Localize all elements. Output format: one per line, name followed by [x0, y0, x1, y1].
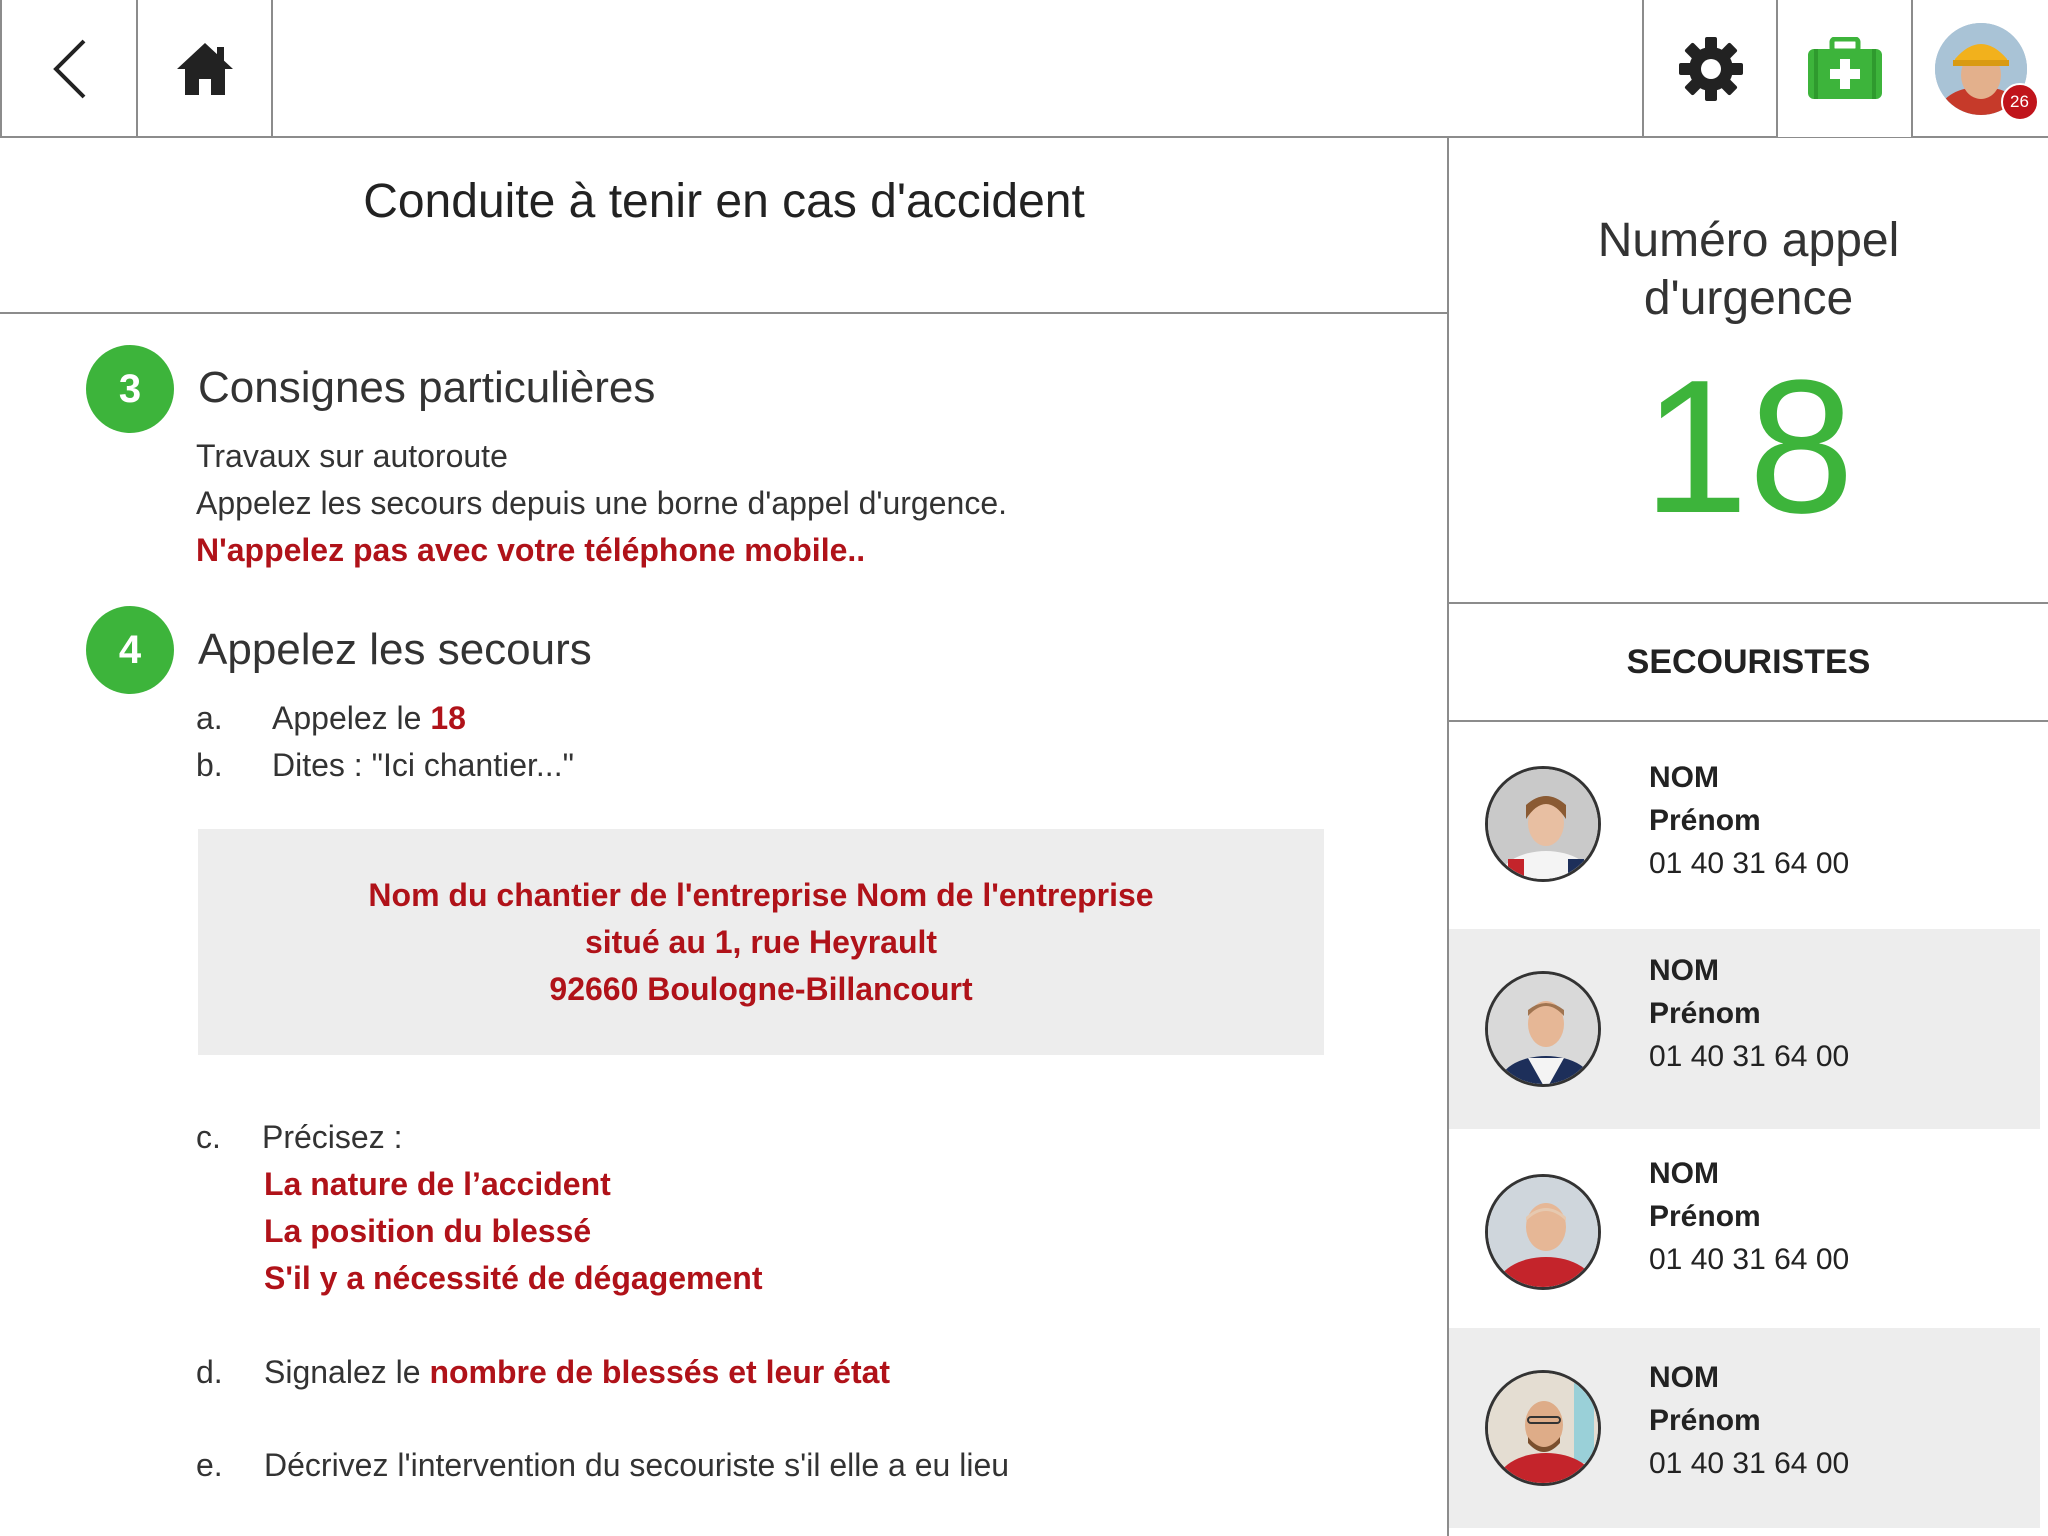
secouriste-nom: NOM: [1649, 1157, 1719, 1190]
secouriste-info: NOM Prénom 01 40 31 64 00: [1649, 1356, 1849, 1485]
step-3-warning: N'appelez pas avec votre téléphone mobil…: [196, 532, 866, 568]
secouristes-header: SECOURISTES: [1449, 604, 2048, 722]
item-d-highlight: nombre de blessés et leur état: [429, 1354, 891, 1390]
address-line-1: Nom du chantier de l'entreprise Nom de l…: [368, 876, 1154, 913]
item-d-text: Signalez le nombre de blessés et leur ét…: [264, 1354, 890, 1391]
notification-badge: 26: [2000, 82, 2039, 121]
step-4-badge: 4: [86, 606, 174, 694]
secouriste-prenom: Prénom: [1649, 1404, 1761, 1437]
secouriste-phone[interactable]: 01 40 31 64 00: [1649, 1442, 1849, 1485]
secouriste-phone[interactable]: 01 40 31 64 00: [1649, 842, 1849, 885]
item-b-text: Dites : "Ici chantier...": [272, 747, 574, 783]
emergency-title-line-1: Numéro appel: [1597, 214, 1900, 267]
emergency-panel: Numéro appel d'urgence 18: [1449, 138, 2048, 604]
secouriste-photo: [1485, 1370, 1601, 1486]
secouriste-phone[interactable]: 01 40 31 64 00: [1649, 1035, 1849, 1078]
item-c-detail-1: La nature de l’accident: [264, 1166, 611, 1202]
emergency-title-line-2: d'urgence: [1643, 272, 1854, 325]
secouriste-row[interactable]: NOM Prénom 01 40 31 64 00: [1449, 724, 2040, 924]
secouriste-row[interactable]: NOM Prénom 01 40 31 64 00: [1449, 1132, 2040, 1332]
page-title: Conduite à tenir en cas d'accident: [363, 174, 1085, 228]
secouriste-photo: [1485, 971, 1601, 1087]
address-line-3: 92660 Boulogne-Billancourt: [549, 970, 973, 1007]
secouriste-info: NOM Prénom 01 40 31 64 00: [1649, 756, 1849, 885]
item-e-label: e.: [196, 1447, 223, 1483]
address-line-2: situé au 1, rue Heyrault: [584, 923, 938, 960]
item-e-text: Décrivez l'intervention du secouriste s'…: [264, 1447, 1010, 1483]
item-c-label: c.: [196, 1119, 221, 1155]
profile-button[interactable]: 26: [1911, 0, 2048, 137]
item-a-number: 18: [430, 700, 466, 736]
item-c-detail-3: S'il y a nécessité de dégagement: [264, 1260, 763, 1296]
item-d-label: d.: [196, 1354, 223, 1390]
secouriste-photo: [1485, 1174, 1601, 1290]
item-a-text: Appelez le 18: [272, 700, 466, 737]
secouriste-nom: NOM: [1649, 1361, 1719, 1394]
secouriste-nom: NOM: [1649, 954, 1719, 987]
address-box: Nom du chantier de l'entreprise Nom de l…: [198, 829, 1324, 1055]
item-a-prefix: Appelez le: [272, 700, 431, 736]
secouriste-info: NOM Prénom 01 40 31 64 00: [1649, 949, 1849, 1078]
step-3-line-2: Appelez les secours depuis une borne d'a…: [196, 485, 1007, 521]
item-b-label: b.: [196, 747, 223, 783]
first-aid-kit-icon: [1808, 36, 1882, 99]
emergency-title: Numéro appel d'urgence: [1449, 212, 2048, 328]
step-3-line-1: Travaux sur autoroute: [196, 438, 508, 474]
step-4-title: Appelez les secours: [198, 625, 592, 674]
page-header: Conduite à tenir en cas d'accident: [0, 138, 1448, 314]
first-aid-button[interactable]: [1776, 0, 1912, 137]
secouriste-row[interactable]: NOM Prénom 01 40 31 64 00: [1449, 1328, 2040, 1528]
secouriste-phone[interactable]: 01 40 31 64 00: [1649, 1238, 1849, 1281]
home-button[interactable]: [136, 0, 273, 137]
gear-icon: [1679, 36, 1743, 101]
secouriste-nom: NOM: [1649, 761, 1719, 794]
item-d-prefix: Signalez le: [264, 1354, 430, 1390]
item-a-label: a.: [196, 700, 223, 736]
secouriste-prenom: Prénom: [1649, 1200, 1761, 1233]
step-3-title: Consignes particulières: [198, 363, 656, 412]
home-icon: [176, 42, 233, 95]
chevron-left-icon: [52, 39, 85, 98]
item-c-detail-2: La position du blessé: [264, 1213, 592, 1249]
settings-button[interactable]: [1642, 0, 1778, 137]
secouriste-prenom: Prénom: [1649, 997, 1761, 1030]
secouriste-prenom: Prénom: [1649, 804, 1761, 837]
secouriste-photo: [1485, 766, 1601, 882]
item-c-text: Précisez :: [262, 1119, 403, 1155]
step-3-badge: 3: [86, 345, 174, 433]
back-button[interactable]: [0, 0, 137, 137]
secouriste-row[interactable]: NOM Prénom 01 40 31 64 00: [1449, 929, 2040, 1129]
secouriste-info: NOM Prénom 01 40 31 64 00: [1649, 1152, 1849, 1281]
emergency-number[interactable]: 18: [1449, 352, 2048, 542]
top-bar: 26: [0, 0, 2048, 138]
